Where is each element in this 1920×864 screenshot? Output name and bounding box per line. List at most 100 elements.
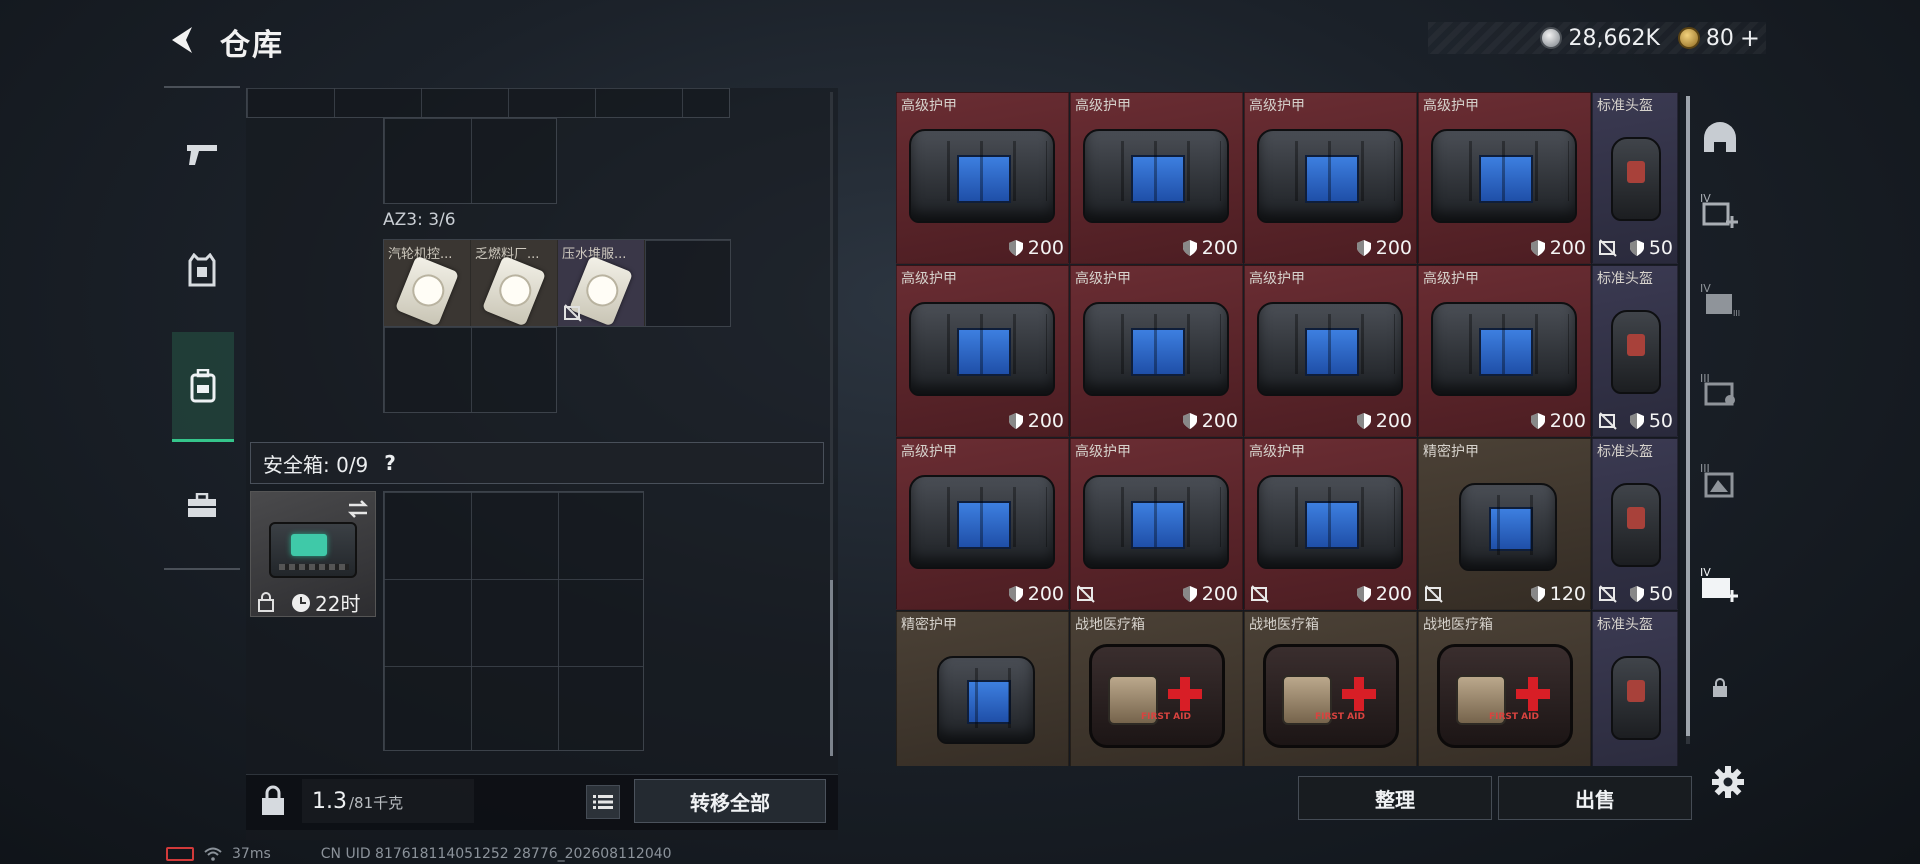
rail-iii-filter-2[interactable]: III — [1698, 458, 1742, 502]
durability: 200 — [1356, 583, 1412, 605]
weight-value: 1.3 — [312, 789, 347, 814]
az3-capacity-label: AZ3: 3/6 — [383, 210, 456, 230]
armor-vest-icon — [1257, 302, 1403, 396]
az3-item-3[interactable]: 压水堆服... — [558, 240, 645, 326]
item-label: 高级护甲 — [901, 271, 957, 287]
item-label: 精密护甲 — [1423, 444, 1479, 460]
stash-item[interactable]: 高级护甲 200 — [1418, 265, 1591, 437]
helmet-filter-icon — [1704, 122, 1736, 152]
broken-icon — [1077, 585, 1095, 603]
list-view-button[interactable] — [586, 785, 620, 819]
armor-iii-filter-icon: III — [1700, 372, 1735, 406]
stash-item[interactable]: 标准头盔 50 — [1592, 438, 1678, 610]
weight-lock-button[interactable] — [258, 785, 292, 819]
rail-item-backpack[interactable] — [172, 332, 234, 442]
durability: 200 — [1182, 410, 1238, 432]
back-button[interactable] — [160, 18, 206, 62]
broken-icon — [1251, 585, 1269, 603]
durability-value: 200 — [1027, 237, 1064, 259]
armor-vest-icon — [1459, 483, 1557, 571]
clock-icon — [292, 593, 310, 612]
rail-lock[interactable] — [1698, 666, 1742, 710]
stash-item[interactable]: 精密护甲 — [896, 611, 1069, 766]
gold-currency[interactable]: 80 + — [1677, 24, 1760, 52]
durability: 50 — [1629, 583, 1673, 605]
item-label: 高级护甲 — [1249, 444, 1305, 460]
stash-item[interactable]: 高级护甲 200 — [1070, 438, 1243, 610]
list-icon — [593, 795, 613, 809]
medkit-icon — [1089, 644, 1225, 748]
status-bar: 37ms CN UID 817618114051252 28776_202608… — [166, 844, 672, 864]
silver-coin-icon — [1540, 27, 1563, 49]
stash-item[interactable]: 高级护甲 200 — [896, 92, 1069, 264]
sell-button[interactable]: 出售 — [1498, 776, 1692, 820]
item-label: 高级护甲 — [1075, 271, 1131, 287]
stash-item[interactable]: 标准头盔 — [1592, 611, 1678, 766]
sort-button[interactable]: 整理 — [1298, 776, 1492, 820]
rail-item-case[interactable] — [170, 474, 234, 538]
item-label: 战地医疗箱 — [1075, 617, 1145, 633]
broken-icon — [1599, 239, 1617, 257]
silver-currency: 28,662K — [1540, 26, 1660, 51]
svg-text:IV: IV — [1700, 566, 1711, 579]
container-grid-upper — [383, 118, 557, 204]
stash-item[interactable]: 高级护甲 200 — [896, 438, 1069, 610]
rail-iv-filter[interactable]: IV III — [1698, 278, 1742, 322]
armor-vest-icon — [1083, 302, 1229, 396]
durability-value: 200 — [1027, 410, 1064, 432]
rail-iv-add-active[interactable]: IV — [1698, 562, 1742, 606]
rail-armor-iv-add[interactable]: IV — [1698, 188, 1742, 232]
az3-item-1[interactable]: 汽轮机控... — [384, 240, 471, 326]
rail-item-equipment[interactable] — [170, 238, 234, 302]
armor-vest-icon — [909, 129, 1055, 223]
shield-icon — [1629, 240, 1644, 256]
stash-item[interactable]: 标准头盔 50 — [1592, 265, 1678, 437]
item-label: 标准头盔 — [1597, 617, 1653, 633]
swap-icon[interactable] — [345, 496, 371, 522]
stash-item[interactable]: 高级护甲 200 — [1070, 92, 1243, 264]
stash-item[interactable]: 高级护甲 200 — [1244, 92, 1417, 264]
vest-icon — [188, 253, 216, 287]
shield-icon — [1008, 240, 1023, 256]
safe-case-item[interactable]: 22时 — [250, 491, 376, 617]
shield-icon — [1629, 413, 1644, 429]
page-title: 仓库 — [220, 28, 284, 63]
az3-item-2[interactable]: 乏燃料厂... — [471, 240, 558, 326]
rail-iii-filter[interactable]: III — [1698, 368, 1742, 412]
lock-icon — [262, 785, 284, 815]
stash-item[interactable]: 高级护甲 200 — [1244, 265, 1417, 437]
container-scrollbar-thumb[interactable] — [830, 580, 833, 756]
stash-item[interactable]: 战地医疗箱 FIRST AID — [1244, 611, 1417, 766]
backpack-icon — [190, 368, 216, 402]
helmet-icon — [1611, 656, 1661, 740]
durability-value: 200 — [1375, 583, 1412, 605]
stash-item[interactable]: 战地医疗箱 FIRST AID — [1418, 611, 1591, 766]
settings-button[interactable] — [1706, 760, 1750, 804]
armor-iii-filter-2-icon: III — [1700, 462, 1734, 498]
left-category-rail — [164, 86, 240, 570]
stash-item[interactable]: 标准头盔 50 — [1592, 92, 1678, 264]
stash-grid: 高级护甲 200 高级护甲 200 高级护甲 200 高级护甲 200 标准头盔… — [896, 92, 1680, 766]
shield-icon — [1530, 240, 1545, 256]
stash-item[interactable]: 战地医疗箱 FIRST AID — [1070, 611, 1243, 766]
gold-plus-icon[interactable]: + — [1740, 24, 1760, 52]
rail-helmet-filter[interactable] — [1698, 116, 1742, 160]
shield-icon — [1008, 413, 1023, 429]
shield-icon — [1182, 413, 1197, 429]
rail-item-weapons[interactable] — [170, 122, 234, 186]
stash-item[interactable]: 高级护甲 200 — [1244, 438, 1417, 610]
back-arrow-icon — [172, 27, 192, 53]
container-grid-lower — [383, 327, 557, 413]
stash-item[interactable]: 精密护甲 120 — [1418, 438, 1591, 610]
safe-box-help-button[interactable]: ? — [384, 451, 396, 475]
helmet-icon — [1611, 483, 1661, 567]
armor-vest-icon — [1431, 129, 1577, 223]
stash-item[interactable]: 高级护甲 200 — [1070, 265, 1243, 437]
stash-item[interactable]: 高级护甲 200 — [896, 265, 1069, 437]
safe-box-header: 安全箱: 0/9 ? — [250, 442, 824, 484]
broken-icon — [1425, 585, 1443, 603]
transfer-all-button[interactable]: 转移全部 — [634, 779, 826, 823]
durability: 50 — [1629, 410, 1673, 432]
stash-item[interactable]: 高级护甲 200 — [1418, 92, 1591, 264]
item-label: 高级护甲 — [1249, 98, 1305, 114]
